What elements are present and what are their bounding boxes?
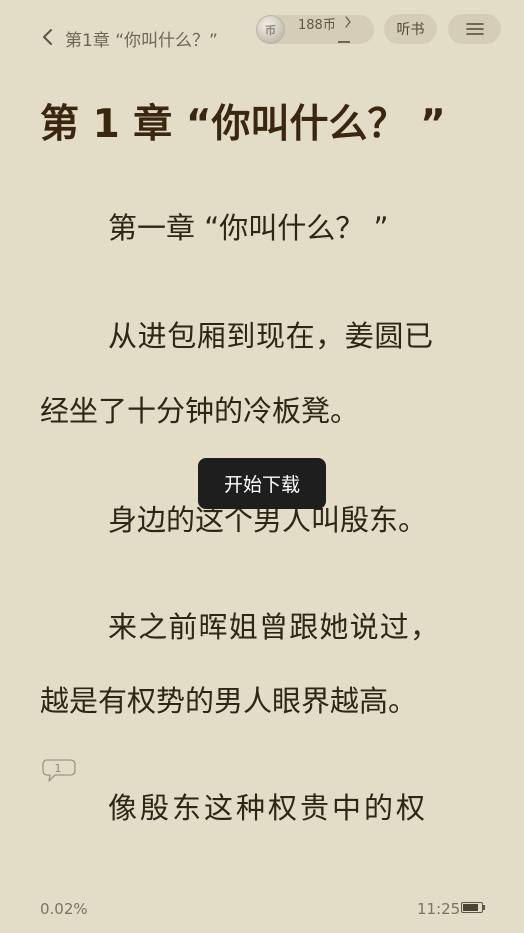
menu-button[interactable] [448,14,501,44]
text-line: 第一章 “你叫什么？ ” [108,211,389,245]
reading-progress: 0.02% [40,900,88,918]
text-line: 越是有权势的男人眼界越高。 [40,684,418,718]
coin-underline-mark [338,41,350,43]
coin-icon-glyph: 币 [265,23,276,37]
back-button[interactable] [32,22,62,52]
text-line: 从进包厢到现在，姜圆已 [108,319,434,353]
clock: 11:25 [417,900,461,918]
text-line: 像殷东这种权贵中的权 [108,791,429,825]
text-line: 经坐了十分钟的冷板凳。 [40,394,360,428]
coin-icon: 币 [256,15,285,44]
coin-balance-button[interactable]: 币 188币 [256,15,374,44]
hamburger-menu-icon [465,23,484,35]
text-line: 来之前晖姐曾跟她说过， [108,610,441,644]
chapter-heading: 第 1 章 “你叫什么？ ” [40,102,446,147]
paragraph-comment-button[interactable]: 1 [41,758,77,784]
chevron-left-icon [43,29,52,45]
battery-icon [461,902,483,913]
reader-top-bar: 第1章 “你叫什么？” 币 188币 听书 [0,0,524,74]
battery-tip [483,905,485,910]
download-toast: 开始下载 [198,458,326,509]
chevron-right-icon [345,16,351,28]
coin-balance: 188币 [298,18,336,33]
listen-button[interactable]: 听书 [384,14,437,44]
chapter-title-breadcrumb: 第1章 “你叫什么？” [65,31,218,51]
battery-level [463,904,479,911]
comment-count: 1 [54,762,62,775]
